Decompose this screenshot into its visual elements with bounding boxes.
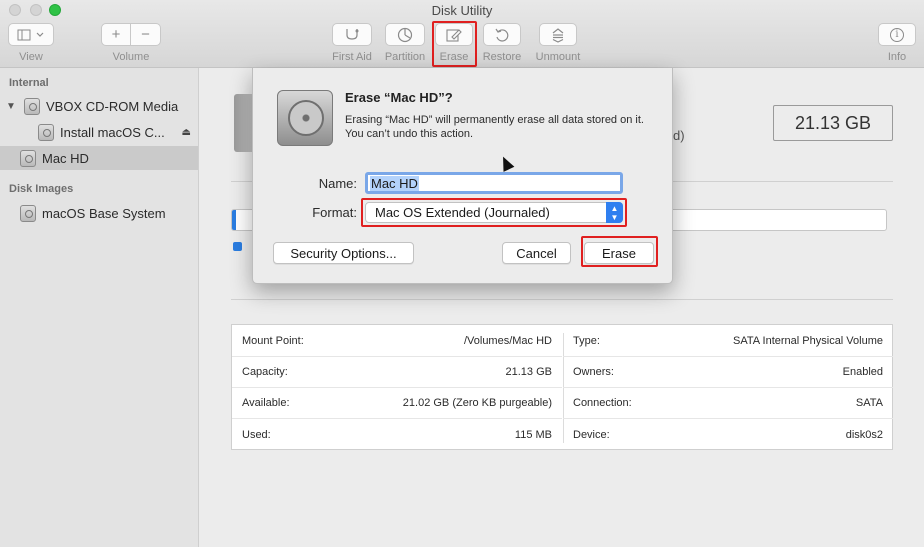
stethoscope-icon — [346, 28, 359, 40]
first-aid-group: First Aid — [331, 23, 373, 63]
dialog-message: Erasing “Mac HD” will permanently erase … — [345, 114, 644, 140]
info-label: Info — [887, 51, 907, 63]
sidebar-item-macos-base-system[interactable]: macOS Base System — [0, 201, 198, 225]
sidebar-item-vbox-cdrom[interactable]: ▼ VBOX CD-ROM Media — [0, 94, 198, 118]
erase-dialog: Erase “Mac HD”? Erasing “Mac HD” will pe… — [252, 68, 673, 284]
dialog-title: Erase “Mac HD”? — [345, 90, 453, 105]
view-button[interactable] — [8, 23, 54, 46]
info-group: i Info — [878, 23, 916, 63]
unmount-group: Unmount — [534, 23, 582, 63]
sidebar-item-label: macOS Base System — [42, 205, 166, 221]
partition-pie-icon — [397, 27, 413, 42]
info-value: 115 MB — [514, 428, 552, 441]
info-label: Type: — [573, 335, 600, 347]
hard-disk-icon — [277, 90, 333, 146]
sidebar-item-label: Mac HD — [42, 150, 89, 166]
restore-button[interactable] — [483, 23, 521, 46]
erase-highlight-box — [432, 21, 477, 67]
toolbar: Disk Utility View + − Volume First Aid P… — [0, 0, 924, 68]
volume-segment: + − — [101, 23, 161, 46]
partition-label: Partition — [384, 51, 426, 63]
usage-bar-fill — [232, 210, 236, 230]
add-volume-button[interactable]: + — [101, 23, 131, 46]
volume-info-table: Mount Point: /Volumes/Mac HD Capacity: 2… — [231, 324, 893, 450]
sidebar: Internal ▼ VBOX CD-ROM Media Install mac… — [0, 68, 199, 547]
format-highlight-box — [361, 198, 627, 227]
restore-arrow-icon — [495, 28, 509, 42]
info-row-mount-point: Mount Point: /Volumes/Mac HD — [232, 326, 562, 357]
sidebar-header-disk-images: Disk Images — [9, 183, 74, 195]
info-row-device: Device: disk0s2 — [563, 419, 893, 450]
divider — [231, 299, 893, 300]
volume-label: Volume — [112, 51, 150, 63]
restore-group: Restore — [481, 23, 523, 63]
info-label: Capacity: — [242, 366, 288, 378]
unmount-button[interactable] — [539, 23, 577, 46]
info-value: SATA — [855, 397, 883, 409]
sidebar-header-internal: Internal — [9, 77, 49, 89]
disk-image-icon — [20, 204, 36, 222]
name-field-label: Name: — [318, 176, 357, 191]
disclosure-triangle-icon[interactable]: ▼ — [6, 101, 20, 112]
security-options-button[interactable]: Security Options... — [273, 242, 414, 264]
info-label: Owners: — [573, 366, 614, 378]
info-row-type: Type: SATA Internal Physical Volume — [563, 326, 893, 357]
view-group: View — [8, 23, 54, 63]
info-row-owners: Owners: Enabled — [563, 357, 893, 388]
info-label: Available: — [242, 397, 290, 409]
info-value: Enabled — [842, 366, 883, 378]
info-value: disk0s2 — [845, 428, 883, 441]
volume-subtitle-fragment: d) — [673, 128, 685, 143]
info-row-connection: Connection: SATA — [563, 388, 893, 419]
usage-legend-dot — [233, 242, 242, 251]
partition-group: Partition — [383, 23, 427, 63]
sidebar-item-label: Install macOS C... — [60, 124, 165, 140]
info-value: SATA Internal Physical Volume — [733, 335, 883, 347]
info-button[interactable]: i — [878, 23, 916, 46]
erase-button-highlight-box — [581, 236, 658, 267]
eject-icon[interactable]: ⏏ — [182, 127, 191, 138]
info-row-used: Used: 115 MB — [232, 419, 562, 450]
name-input-selected-text: Mac HD — [370, 175, 419, 191]
info-label: Mount Point: — [242, 335, 304, 347]
remove-volume-button[interactable]: − — [131, 23, 161, 46]
info-icon: i — [890, 27, 904, 42]
restore-label: Restore — [482, 51, 522, 63]
cancel-button[interactable]: Cancel — [502, 242, 571, 264]
first-aid-label: First Aid — [332, 51, 372, 63]
sidebar-view-icon — [17, 29, 44, 40]
window-title: Disk Utility — [431, 3, 493, 18]
hard-disk-icon — [20, 149, 36, 167]
info-row-capacity: Capacity: 21.13 GB — [232, 357, 562, 388]
info-value: 21.02 GB (Zero KB purgeable) — [402, 397, 552, 409]
info-value: /Volumes/Mac HD — [463, 335, 552, 347]
name-input[interactable]: Mac HD — [365, 172, 623, 194]
sidebar-item-install-macos[interactable]: Install macOS C... ⏏ — [0, 120, 198, 144]
sidebar-item-mac-hd[interactable]: Mac HD — [0, 146, 198, 170]
info-label: Device: — [573, 428, 610, 441]
optical-drive-icon — [24, 97, 40, 115]
unmount-label: Unmount — [535, 51, 581, 63]
format-field-label: Format: — [312, 205, 357, 220]
unmount-icon — [552, 27, 564, 43]
info-value: 21.13 GB — [505, 366, 552, 378]
disk-utility-window: Disk Utility View + − Volume First Aid P… — [0, 0, 924, 547]
volume-disk-icon — [38, 123, 54, 141]
partition-button[interactable] — [385, 23, 425, 46]
volume-group: + − Volume — [101, 23, 161, 63]
volume-size-badge: 21.13 GB — [773, 105, 893, 141]
info-label: Connection: — [573, 397, 632, 409]
first-aid-button[interactable] — [332, 23, 372, 46]
view-label: View — [19, 51, 43, 63]
info-label: Used: — [242, 428, 271, 441]
info-row-available: Available: 21.02 GB (Zero KB purgeable) — [232, 388, 562, 419]
sidebar-item-label: VBOX CD-ROM Media — [46, 98, 179, 114]
